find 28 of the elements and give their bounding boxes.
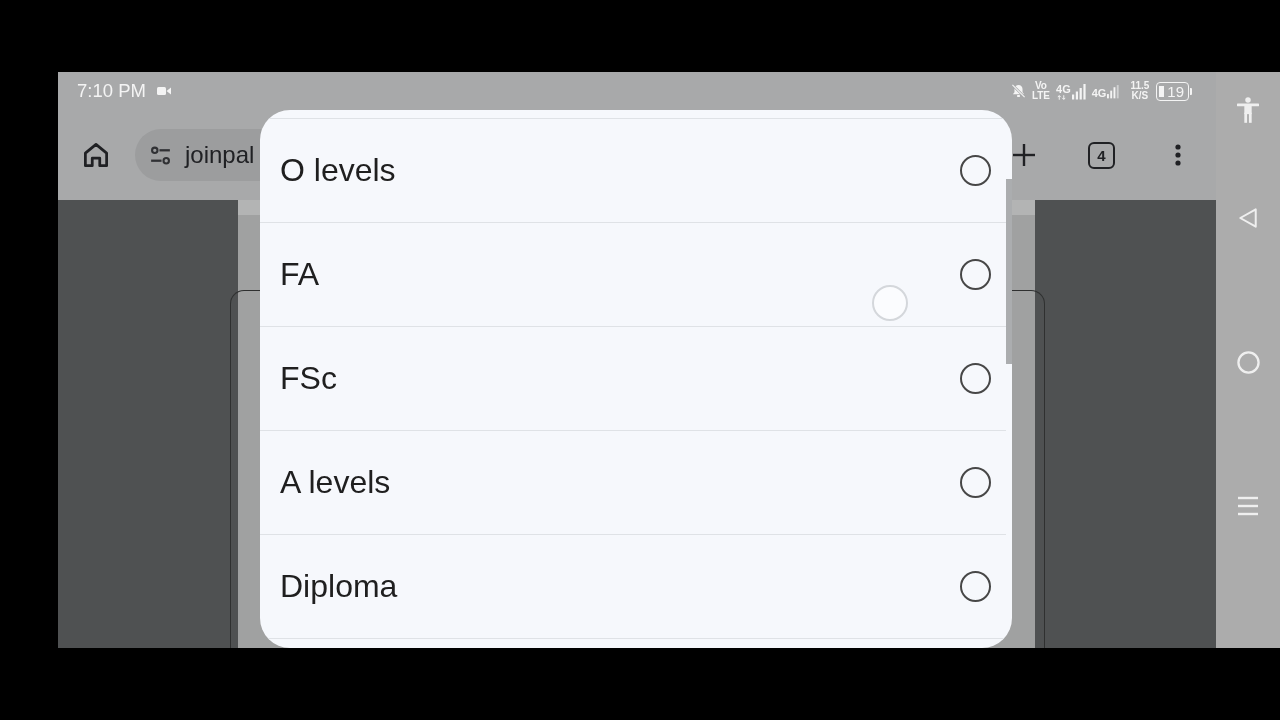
radio-button[interactable] [960, 571, 991, 602]
home-icon[interactable] [81, 140, 111, 170]
radio-button[interactable] [960, 259, 991, 290]
option-row[interactable]: FA [260, 223, 1006, 327]
tab-switcher-button[interactable]: 4 [1088, 141, 1115, 169]
radio-button[interactable] [960, 467, 991, 498]
bell-off-icon [1010, 83, 1026, 99]
video-camera-icon [156, 86, 171, 96]
network-type-label: 4G [1091, 86, 1107, 99]
option-row[interactable]: FSc [260, 327, 1006, 431]
scrollbar-thumb[interactable] [1006, 179, 1012, 364]
option-row[interactable]: A levels [260, 431, 1006, 535]
option-row[interactable]: Diploma [260, 535, 1006, 639]
network-type-label: 4G [1056, 82, 1071, 95]
plus-icon[interactable] [1013, 144, 1035, 166]
radio-button[interactable] [960, 363, 991, 394]
clock-time: 7:10 PM [77, 80, 146, 102]
signal-bars-icon [1107, 83, 1120, 99]
battery-indicator: 19 [1156, 81, 1192, 101]
data-arrows-icon [1057, 94, 1066, 100]
more-menu-icon[interactable] [1175, 144, 1181, 166]
radio-button[interactable] [960, 155, 991, 186]
address-bar[interactable]: joinpal [135, 129, 261, 181]
signal-bars-icon [1071, 82, 1086, 100]
touch-indicator-icon [872, 285, 908, 321]
volte-label: Vo LTE [1031, 81, 1050, 101]
option-row[interactable]: O levels [260, 119, 1006, 223]
network-speed-label: 11.5 K/S [1130, 81, 1150, 101]
